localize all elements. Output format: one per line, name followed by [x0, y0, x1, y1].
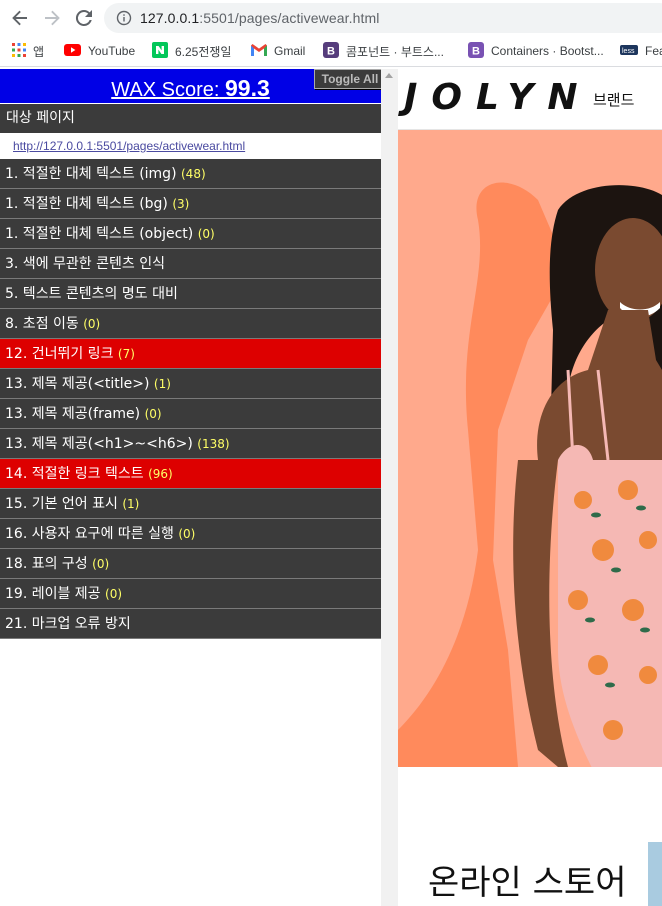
wax-check-item[interactable]: 15. 기본 언어 표시 (1) [0, 489, 381, 519]
toggle-all-button[interactable]: Toggle All [314, 69, 386, 89]
bookmark-bootstrap-components[interactable]: B 콤포넌트 · 부트스... [323, 41, 444, 61]
wax-check-count: (1) [153, 377, 171, 391]
youtube-icon [64, 43, 81, 59]
gmail-icon [251, 43, 267, 59]
naver-icon [152, 41, 168, 61]
svg-text:B: B [472, 45, 480, 57]
wax-check-item[interactable]: 13. 제목 제공(<title>) (1) [0, 369, 381, 399]
wax-check-label: 5. 텍스트 콘텐츠의 명도 대비 [5, 286, 178, 302]
wax-check-item[interactable]: 21. 마크업 오류 방지 [0, 609, 381, 639]
wax-check-count: (0) [83, 317, 101, 331]
apps-grid-icon [12, 42, 26, 60]
hero-image [398, 130, 662, 767]
wax-check-item[interactable]: 16. 사용자 요구에 따른 실행 (0) [0, 519, 381, 549]
wax-check-label: 14. 적절한 링크 텍스트 [5, 466, 144, 482]
bookmark-youtube[interactable]: YouTube [64, 42, 135, 60]
online-store-title: 온라인 스토어 [428, 863, 627, 903]
svg-text:B: B [327, 45, 335, 57]
site-preview: JOLYN 브랜드 온라인 스토어 [398, 69, 662, 906]
svg-text:less: less [622, 48, 635, 55]
bookmark-gmail[interactable]: Gmail [251, 42, 305, 60]
url-text: 127.0.0.1:5501/pages/activewear.html [140, 10, 380, 26]
less-icon: less [620, 44, 638, 58]
wax-check-count: (7) [117, 347, 135, 361]
wax-check-item[interactable]: 8. 초점 이동 (0) [0, 309, 381, 339]
wax-check-item[interactable]: 13. 제목 제공(frame) (0) [0, 399, 381, 429]
arrow-right-icon [45, 10, 60, 26]
wax-check-count: (48) [181, 167, 206, 181]
wax-check-item[interactable]: 1. 적절한 대체 텍스트 (img) (48) [0, 159, 381, 189]
target-url-row: http://127.0.0.1:5501/pages/activewear.h… [0, 133, 381, 159]
bookmark-naver[interactable]: 6.25전쟁일 [152, 41, 231, 61]
wax-check-label: 1. 적절한 대체 텍스트 (object) [5, 226, 194, 242]
reload-button[interactable] [72, 6, 96, 30]
target-url-link[interactable]: http://127.0.0.1:5501/pages/activewear.h… [13, 139, 245, 153]
wax-check-label: 8. 초점 이동 [5, 316, 79, 332]
wax-check-label: 1. 적절한 대체 텍스트 (img) [5, 166, 177, 182]
nav-brand-link[interactable]: 브랜드 [593, 89, 634, 110]
wax-check-label: 16. 사용자 요구에 따른 실행 [5, 526, 174, 542]
wax-check-count: (3) [172, 197, 190, 211]
wax-panel: WAX Score: 99.3 Toggle All 대상 페이지 http:/… [0, 69, 386, 906]
panel-scrollbar[interactable] [381, 69, 398, 906]
wax-check-label: 1. 적절한 대체 텍스트 (bg) [5, 196, 168, 212]
browser-toolbar: 127.0.0.1:5501/pages/activewear.html [0, 0, 662, 36]
wax-check-label: 13. 제목 제공(<title>) [5, 376, 150, 392]
wax-check-item[interactable]: 5. 텍스트 콘텐츠의 명도 대비 [0, 279, 381, 309]
wax-check-label: 13. 제목 제공(<h1>~<h6>) [5, 436, 193, 452]
wax-check-item[interactable]: 3. 색에 무관한 콘텐츠 인식 [0, 249, 381, 279]
wax-check-label: 13. 제목 제공(frame) [5, 406, 141, 422]
wax-check-count: (96) [148, 467, 173, 481]
wax-check-count: (1) [122, 497, 140, 511]
wax-check-label: 19. 레이블 제공 [5, 586, 101, 602]
bootstrap-icon: B [468, 41, 484, 61]
wax-check-item[interactable]: 1. 적절한 대체 텍스트 (bg) (3) [0, 189, 381, 219]
product-thumbnail[interactable] [648, 842, 662, 906]
back-button[interactable] [8, 6, 32, 30]
wax-check-item[interactable]: 12. 건너뛰기 링크 (7) [0, 339, 381, 369]
bookmark-less[interactable]: less Fea [620, 42, 662, 60]
bookmark-bootstrap-containers[interactable]: B Containers · Bootst... [468, 41, 604, 61]
wax-check-label: 18. 표의 구성 [5, 556, 88, 572]
wax-check-count: (0) [144, 407, 162, 421]
bookmark-apps[interactable]: 앱 [12, 42, 44, 60]
wax-score-value: 99.3 [224, 75, 270, 101]
bootstrap-icon: B [323, 41, 339, 61]
info-icon[interactable] [116, 10, 132, 26]
wax-check-count: (0) [92, 557, 110, 571]
wax-check-item[interactable]: 19. 레이블 제공 (0) [0, 579, 381, 609]
forward-button[interactable] [40, 6, 64, 30]
reload-icon [75, 9, 92, 26]
wax-check-item[interactable]: 13. 제목 제공(<h1>~<h6>) (138) [0, 429, 381, 459]
bookmarks-bar: 앱 YouTube 6.25전쟁일 Gmail B 콤포넌트 · 부트스... … [0, 36, 662, 67]
wax-check-count: (138) [197, 437, 230, 451]
wax-check-item[interactable]: 18. 표의 구성 (0) [0, 549, 381, 579]
wax-check-count: (0) [105, 587, 123, 601]
wax-check-label: 15. 기본 언어 표시 [5, 496, 118, 512]
wax-item-list: 1. 적절한 대체 텍스트 (img) (48) 1. 적절한 대체 텍스트 (b… [0, 159, 381, 639]
target-page-label: 대상 페이지 [0, 104, 381, 133]
site-logo[interactable]: JOLYN [404, 77, 592, 118]
wax-check-label: 3. 색에 무관한 콘텐츠 인식 [5, 256, 165, 272]
wax-check-item[interactable]: 1. 적절한 대체 텍스트 (object) (0) [0, 219, 381, 249]
wax-check-label: 21. 마크업 오류 방지 [5, 616, 131, 632]
wax-check-count: (0) [197, 227, 215, 241]
swimsuit-model-image [398, 130, 662, 767]
wax-check-item[interactable]: 14. 적절한 링크 텍스트 (96) [0, 459, 381, 489]
arrow-left-icon [12, 10, 27, 26]
scroll-up-icon[interactable] [385, 73, 393, 78]
wax-check-label: 12. 건너뛰기 링크 [5, 346, 114, 362]
address-bar[interactable]: 127.0.0.1:5501/pages/activewear.html [104, 3, 662, 33]
wax-check-count: (0) [178, 527, 196, 541]
